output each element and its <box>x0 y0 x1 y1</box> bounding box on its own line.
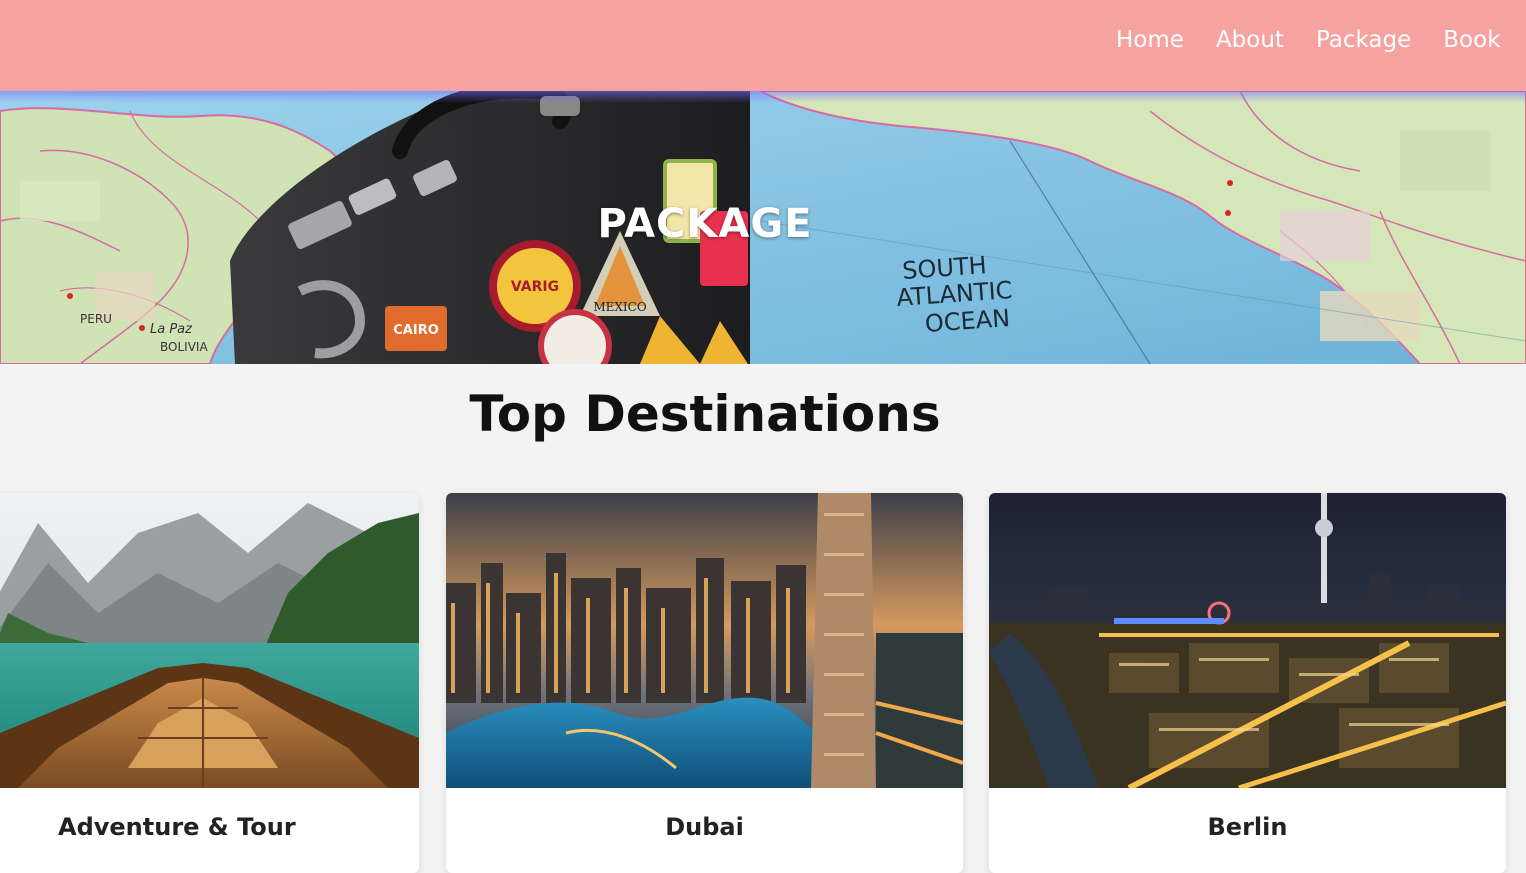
card-image-berlin <box>989 493 1506 788</box>
map-label-ocean-3: OCEAN <box>924 304 1011 338</box>
card-title-dubai: Dubai <box>665 813 744 841</box>
top-navbar: Home About Package Book <box>0 0 1526 91</box>
nav-about-link[interactable]: About <box>1216 24 1284 56</box>
destination-card-dubai[interactable]: Dubai <box>446 493 963 873</box>
card-title-berlin: Berlin <box>1207 813 1288 841</box>
destination-card-adventure[interactable]: Adventure & Tour <box>0 493 419 873</box>
nav-package-link[interactable]: Package <box>1316 24 1411 56</box>
nav-home-link[interactable]: Home <box>1116 24 1184 56</box>
svg-text:MEXICO: MEXICO <box>593 300 647 314</box>
map-label-country-2: PERU <box>80 312 112 326</box>
map-label-country: BOLIVIA <box>160 340 208 354</box>
card-image-adventure <box>0 493 419 788</box>
destination-card-berlin[interactable]: Berlin <box>989 493 1506 873</box>
hero-title: PACKAGE <box>597 201 813 247</box>
section-title: Top Destinations <box>469 385 941 443</box>
svg-text:VARIG: VARIG <box>511 279 559 295</box>
map-label-city: La Paz <box>150 322 193 337</box>
sticker-cairo: CAIRO <box>385 306 447 351</box>
nav-book-link[interactable]: Book <box>1443 24 1500 56</box>
card-image-dubai <box>446 493 963 788</box>
hero-banner: SOUTH ATLANTIC OCEAN La Paz BOLIVIA PERU… <box>0 91 1526 364</box>
main-nav: Home About Package Book <box>1116 24 1501 56</box>
card-title-adventure: Adventure & Tour <box>58 813 296 841</box>
svg-text:CAIRO: CAIRO <box>393 323 439 338</box>
